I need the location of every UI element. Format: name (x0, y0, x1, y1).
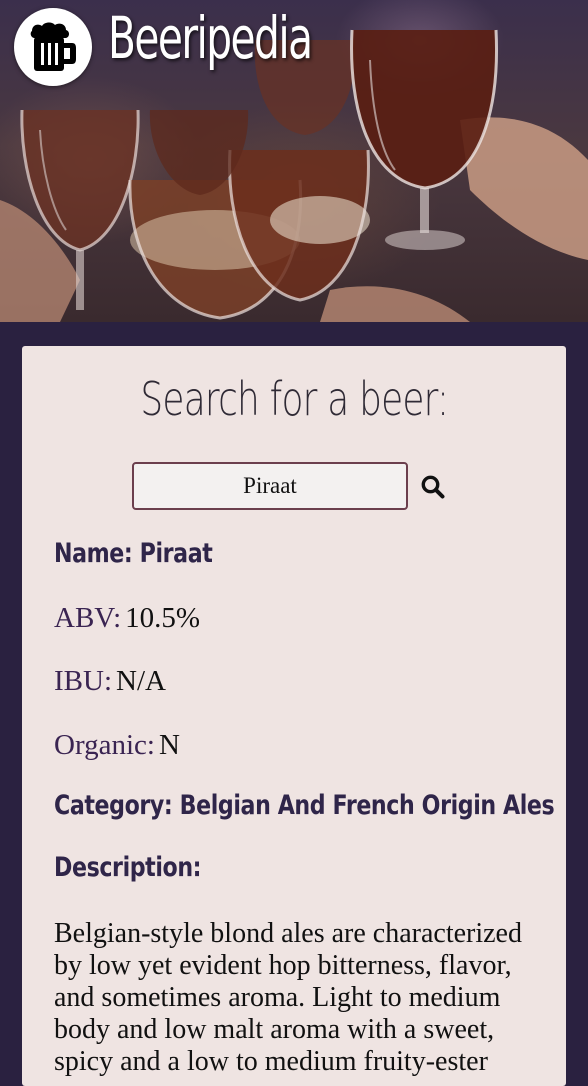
ibu-value: N/A (116, 665, 166, 697)
category-text: Category: Belgian And French Origin Ales (54, 790, 555, 821)
category-value: Belgian And French Origin Ales (179, 790, 555, 821)
abv-field: ABV: 10.5% (54, 602, 200, 635)
search-button[interactable] (418, 472, 448, 502)
search-input[interactable] (132, 462, 408, 510)
header-hero: Beeripedia (0, 0, 588, 322)
abv-value: 10.5% (125, 602, 201, 634)
description-field: Description: (54, 852, 233, 883)
search-heading-text: Search for a beer: (140, 372, 449, 426)
logo[interactable] (14, 8, 92, 86)
organic-label: Organic: (54, 729, 155, 761)
site-title[interactable]: Beeripedia (108, 4, 313, 72)
ibu-label: IBU: (54, 665, 112, 697)
category-label: Category: (54, 790, 173, 821)
organic-field: Organic: N (54, 729, 180, 762)
name-field: Name: Piraat (54, 538, 247, 569)
name-label: Name: (54, 538, 133, 569)
category-field: Category: Belgian And French Origin Ales (54, 790, 588, 821)
search-heading: Search for a beer: (0, 372, 588, 426)
organic-value: N (158, 729, 180, 761)
description-label: Description: (54, 852, 202, 883)
beer-mug-icon (30, 22, 76, 71)
ibu-field: IBU: N/A (54, 665, 166, 698)
name-text: Name: Piraat (54, 538, 213, 569)
description-text: Belgian-style blond ales are characteriz… (54, 918, 522, 1077)
search-icon (421, 475, 445, 499)
name-value: Piraat (139, 538, 213, 569)
abv-label: ABV: (54, 602, 122, 634)
